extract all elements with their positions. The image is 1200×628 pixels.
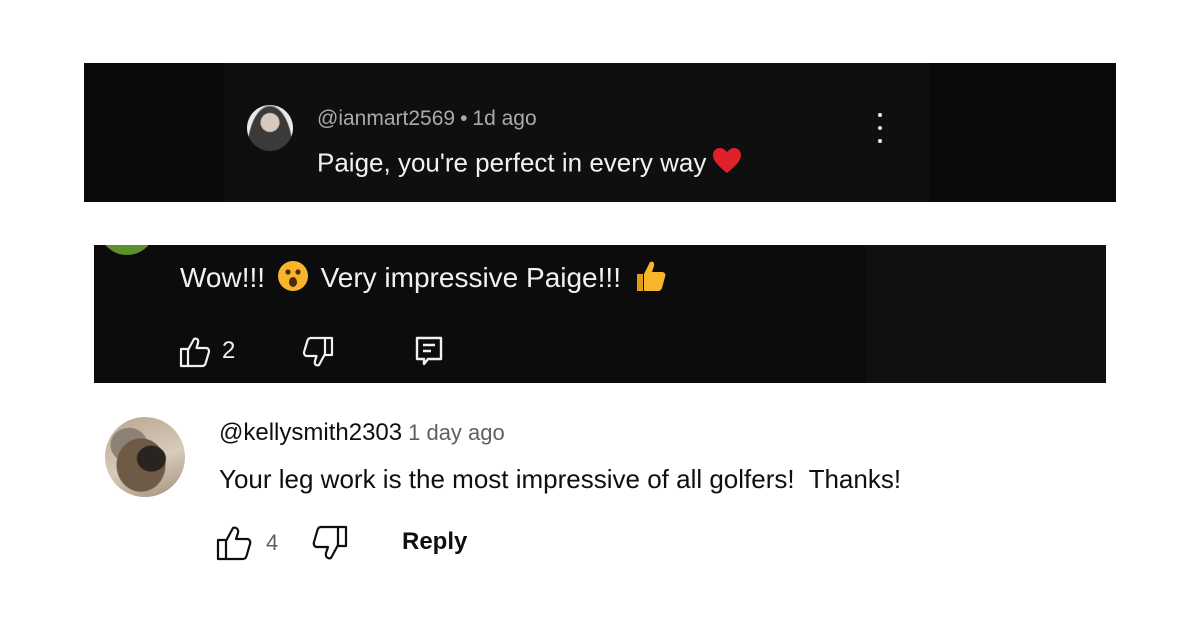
comment-meta: @kellysmith2303 1 day ago bbox=[219, 419, 505, 447]
avatar[interactable] bbox=[247, 105, 293, 151]
comment-text: Your leg work is the most impressive of … bbox=[219, 464, 902, 494]
thumbs-up-emoji-icon bbox=[633, 259, 667, 300]
red-heart-icon bbox=[712, 147, 742, 182]
dislike-icon[interactable] bbox=[311, 524, 349, 562]
author-handle[interactable]: @kellysmith2303 bbox=[219, 419, 402, 446]
dislike-icon[interactable] bbox=[301, 335, 335, 369]
comment-body: Paige, you're perfect in every way bbox=[317, 147, 707, 178]
comment-text: Wow!!! Very impressive Paige!!! bbox=[180, 259, 671, 300]
comment-text: Paige, you're perfect in every way bbox=[317, 147, 742, 182]
comment-body-start: Wow!!! bbox=[180, 261, 266, 293]
comment-background bbox=[866, 245, 1106, 383]
like-icon[interactable] bbox=[178, 335, 212, 369]
author-handle[interactable]: @ianmart2569 bbox=[317, 107, 455, 130]
comment-meta: @ianmart2569 • 1d ago bbox=[317, 107, 537, 131]
comment-card-ianmart: @ianmart2569 • 1d ago Paige, you're perfec… bbox=[84, 63, 1116, 202]
comment-body-end: Very impressive Paige!!! bbox=[320, 261, 621, 293]
reply-button[interactable]: Reply bbox=[402, 528, 467, 556]
comment-time[interactable]: 1d ago bbox=[472, 107, 536, 130]
like-icon[interactable] bbox=[215, 524, 253, 562]
comment-time[interactable]: 1 day ago bbox=[408, 420, 505, 445]
reply-icon[interactable] bbox=[414, 335, 444, 367]
meta-separator: • bbox=[460, 107, 468, 130]
like-count: 4 bbox=[266, 530, 279, 555]
avatar[interactable] bbox=[105, 417, 185, 497]
avatar[interactable] bbox=[100, 245, 154, 255]
astonished-face-icon bbox=[277, 260, 309, 299]
more-options-icon[interactable] bbox=[868, 113, 892, 143]
like-count: 2 bbox=[222, 337, 236, 364]
comment-card-partial: Wow!!! Very impressive Paige!!! 2 bbox=[94, 245, 1106, 383]
